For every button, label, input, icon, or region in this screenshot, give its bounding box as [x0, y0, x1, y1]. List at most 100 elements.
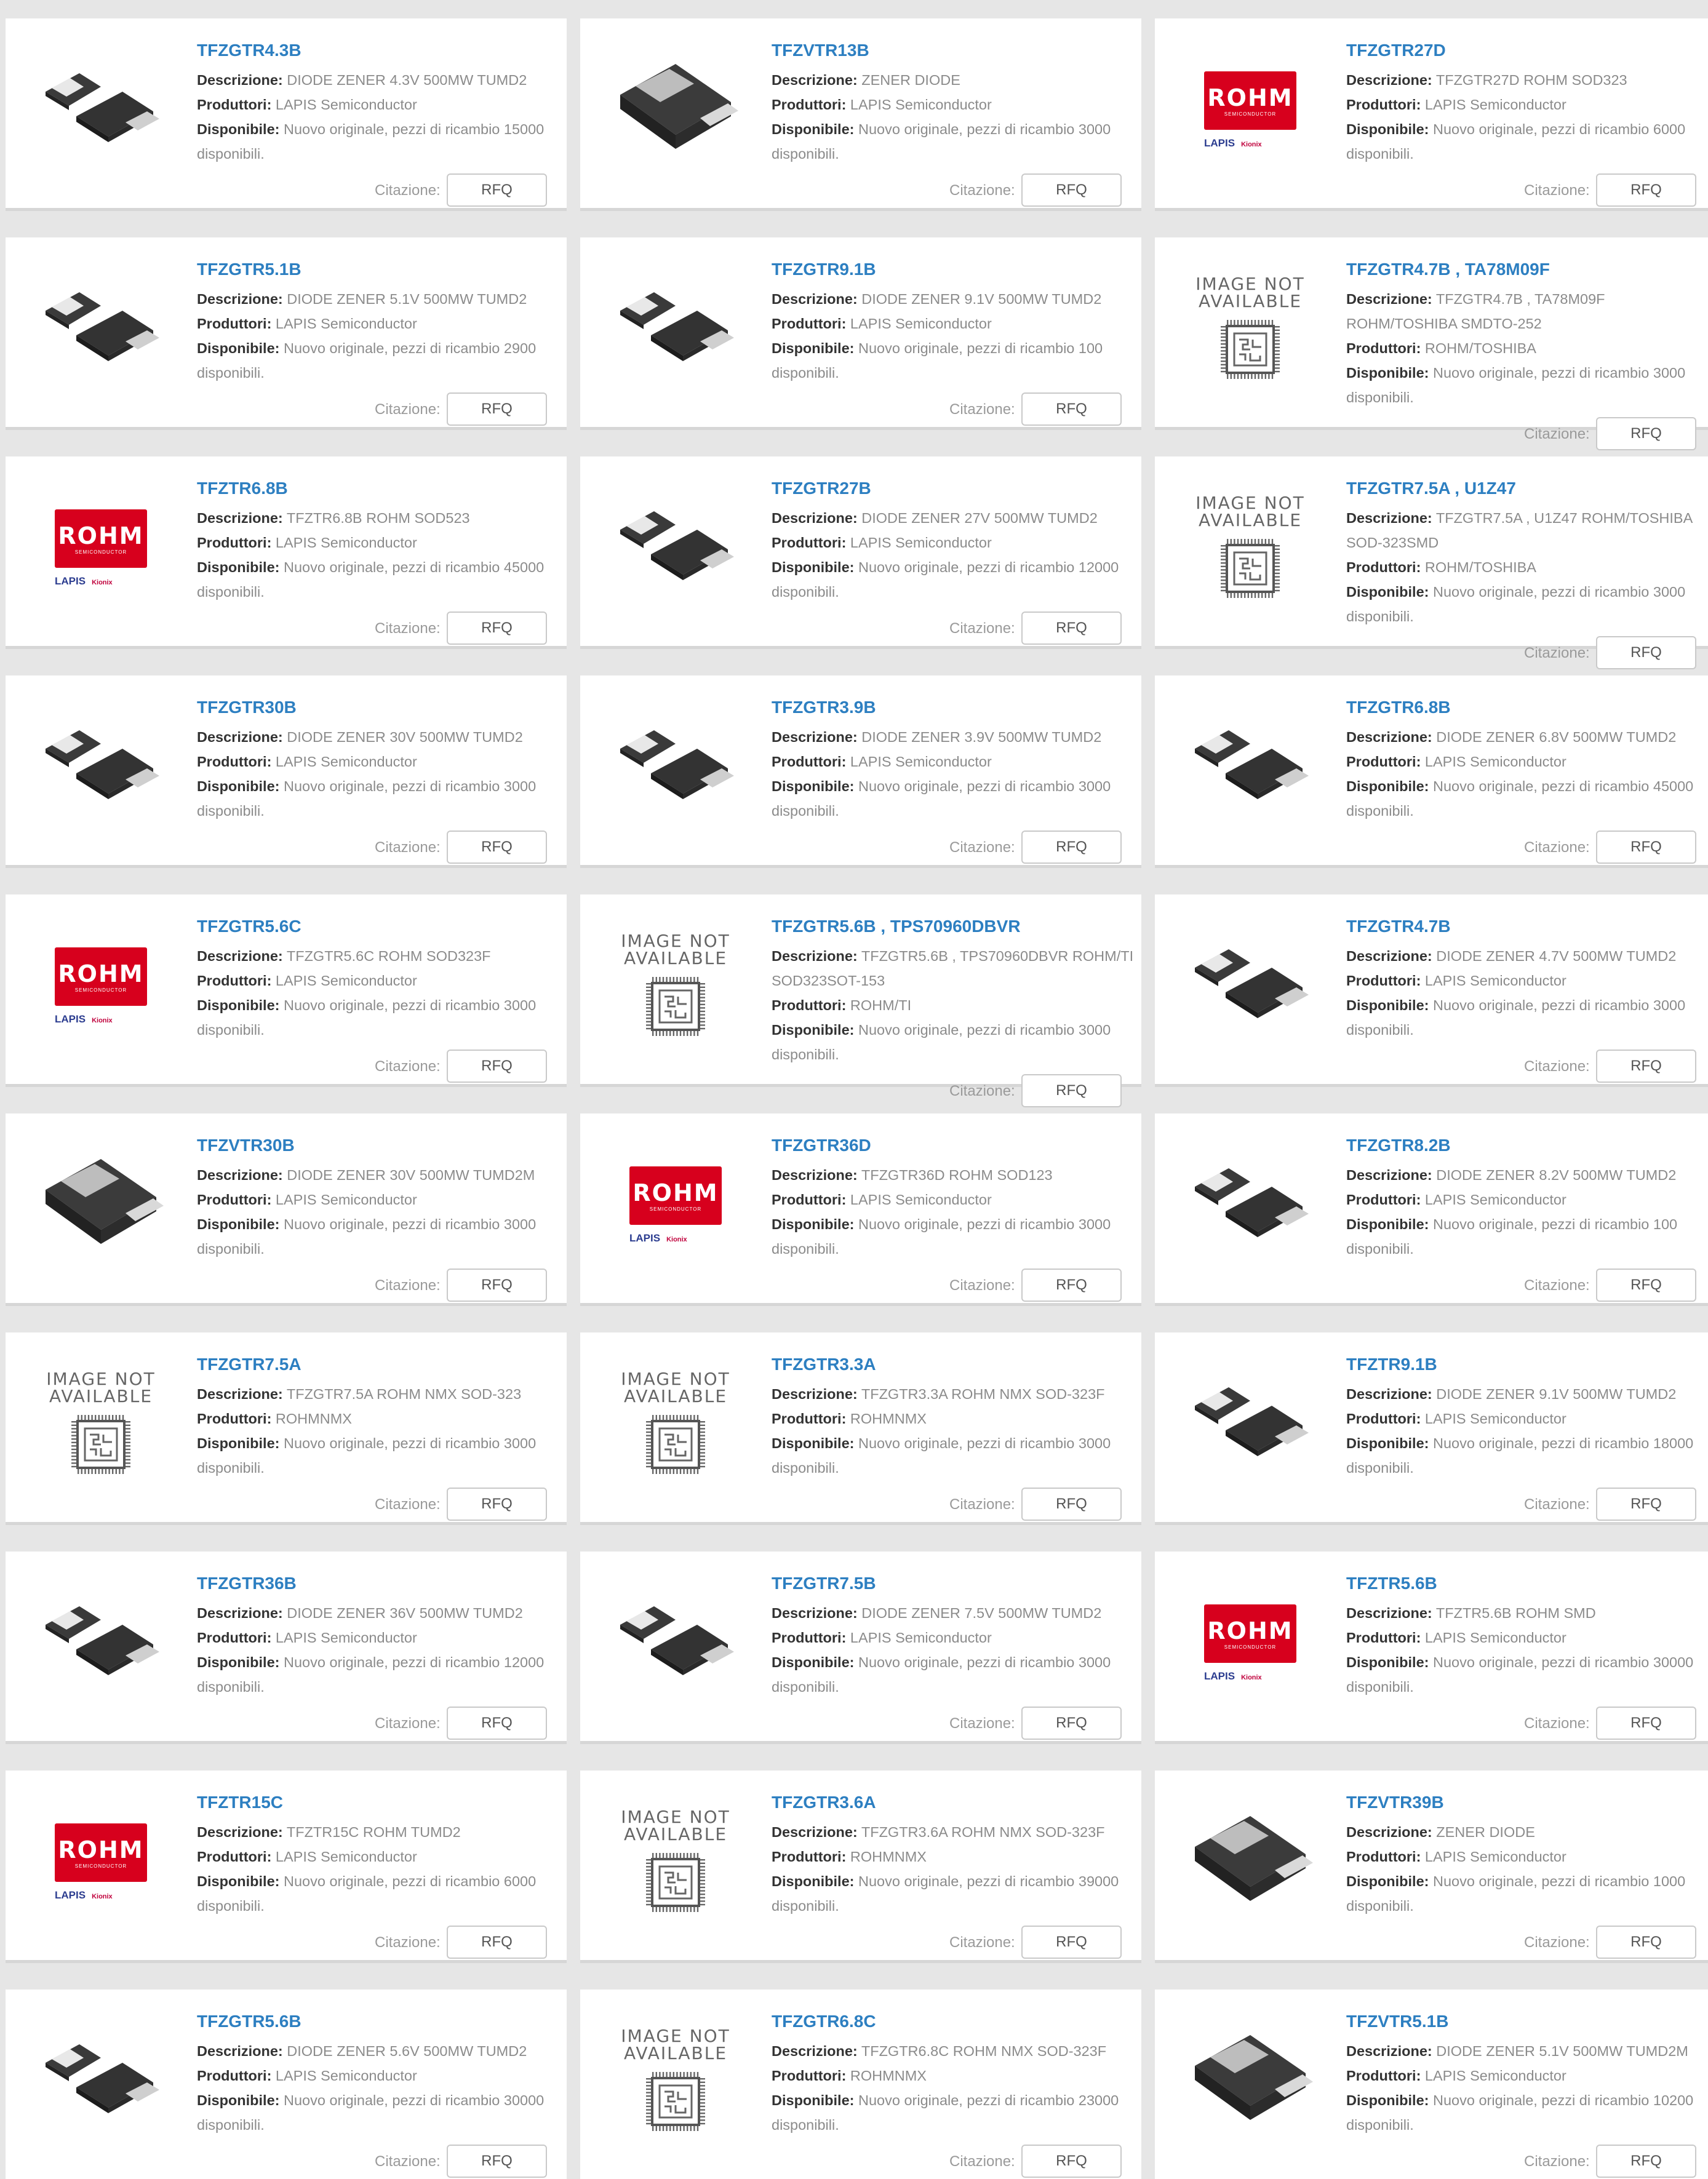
rfq-button[interactable]: RFQ — [1021, 1269, 1122, 1302]
product-title-link[interactable]: TFZGTR7.5A , U1Z47 — [1346, 479, 1516, 498]
product-title-link[interactable]: TFZTR6.8B — [197, 479, 288, 498]
product-image[interactable] — [24, 258, 178, 400]
description-value: TFZTR6.8B ROHM SOD523 — [286, 510, 470, 526]
product-title-link[interactable]: TFZGTR4.7B — [1346, 917, 1451, 936]
product-image[interactable] — [599, 1572, 752, 1714]
product-image[interactable] — [1173, 1791, 1327, 1933]
quote-label: Citazione: — [1524, 645, 1590, 661]
product-image[interactable] — [1173, 2010, 1327, 2152]
rfq-button[interactable]: RFQ — [1596, 1707, 1696, 1740]
rfq-button[interactable]: RFQ — [1021, 1707, 1122, 1740]
rfq-button[interactable]: RFQ — [447, 1926, 547, 1959]
product-title-link[interactable]: TFZVTR5.1B — [1346, 2012, 1448, 2031]
product-image[interactable]: ROHM SEMICONDUCTOR LAPIS Kionix — [24, 1791, 178, 1933]
product-image[interactable] — [1173, 1134, 1327, 1276]
rfq-button[interactable]: RFQ — [1596, 636, 1696, 669]
rfq-button[interactable]: RFQ — [1021, 392, 1122, 426]
product-image[interactable]: ROHM SEMICONDUCTOR LAPIS Kionix — [599, 1134, 752, 1276]
product-title-link[interactable]: TFZGTR3.9B — [772, 698, 876, 717]
rfq-button[interactable]: RFQ — [447, 392, 547, 426]
product-image[interactable] — [24, 39, 178, 181]
product-title-link[interactable]: TFZGTR4.3B — [197, 41, 301, 60]
product-title-link[interactable]: TFZVTR30B — [197, 1136, 295, 1155]
product-image[interactable]: ROHM SEMICONDUCTOR LAPIS Kionix — [1173, 39, 1327, 181]
product-title-link[interactable]: TFZVTR39B — [1346, 1793, 1444, 1812]
product-image[interactable] — [1173, 696, 1327, 838]
product-title-link[interactable]: TFZGTR4.7B , TA78M09F — [1346, 260, 1550, 279]
product-title-link[interactable]: TFZGTR3.3A — [772, 1355, 876, 1374]
product-title-link[interactable]: TFZGTR36D — [772, 1136, 871, 1155]
product-image[interactable] — [599, 39, 752, 181]
rfq-button[interactable]: RFQ — [1021, 1074, 1122, 1107]
product-title-link[interactable]: TFZGTR6.8C — [772, 2012, 876, 2031]
product-title-link[interactable]: TFZGTR5.6B — [197, 2012, 301, 2031]
rfq-button[interactable]: RFQ — [1596, 1926, 1696, 1959]
product-image[interactable]: IMAGE NOT AVAILABLE — [599, 1353, 752, 1495]
product-title-link[interactable]: TFZGTR36B — [197, 1574, 297, 1593]
product-image[interactable] — [24, 1572, 178, 1714]
product-title-link[interactable]: TFZGTR9.1B — [772, 260, 876, 279]
product-image[interactable] — [599, 477, 752, 619]
rfq-button[interactable]: RFQ — [1596, 1269, 1696, 1302]
rfq-button[interactable]: RFQ — [1021, 1488, 1122, 1521]
product-image[interactable]: ROHM SEMICONDUCTOR LAPIS Kionix — [24, 477, 178, 619]
rfq-button[interactable]: RFQ — [1596, 1488, 1696, 1521]
product-title-link[interactable]: TFZGTR7.5A — [197, 1355, 301, 1374]
product-image[interactable]: ROHM SEMICONDUCTOR LAPIS Kionix — [1173, 1572, 1327, 1714]
rfq-button[interactable]: RFQ — [447, 1050, 547, 1083]
product-title-link[interactable]: TFZGTR8.2B — [1346, 1136, 1451, 1155]
product-image[interactable] — [599, 696, 752, 838]
product-title-link[interactable]: TFZGTR5.1B — [197, 260, 301, 279]
rfq-button[interactable]: RFQ — [1596, 831, 1696, 864]
product-image[interactable]: IMAGE NOT AVAILABLE — [24, 1353, 178, 1495]
product-title-link[interactable]: TFZGTR5.6C — [197, 917, 301, 936]
product-title-link[interactable]: TFZTR15C — [197, 1793, 283, 1812]
rfq-button[interactable]: RFQ — [447, 2145, 547, 2178]
product-title-link[interactable]: TFZGTR30B — [197, 698, 297, 717]
rfq-button[interactable]: RFQ — [1021, 611, 1122, 645]
product-title-link[interactable]: TFZGTR5.6B , TPS70960DBVR — [772, 917, 1021, 936]
description-row: Descrizione: TFZTR6.8B ROHM SOD523 — [197, 506, 567, 530]
product-image[interactable] — [24, 2010, 178, 2152]
rfq-button[interactable]: RFQ — [1596, 1050, 1696, 1083]
description-label: Descrizione: — [197, 948, 283, 964]
product-image[interactable]: IMAGE NOT AVAILABLE — [599, 1791, 752, 1933]
rfq-button[interactable]: RFQ — [1021, 2145, 1122, 2178]
product-image[interactable] — [1173, 915, 1327, 1057]
product-title-link[interactable]: TFZVTR13B — [772, 41, 869, 60]
rfq-button[interactable]: RFQ — [1596, 2145, 1696, 2178]
rfq-button[interactable]: RFQ — [1021, 831, 1122, 864]
product-image[interactable]: IMAGE NOT AVAILABLE — [1173, 477, 1327, 619]
rfq-button[interactable]: RFQ — [447, 1707, 547, 1740]
product-card: TFZGTR5.6B Descrizione: DIODE ZENER 5.6V… — [6, 1990, 567, 2179]
product-info: Descrizione: TFZGTR4.7B , TA78M09F ROHM/… — [1346, 287, 1708, 410]
product-image[interactable] — [1173, 1353, 1327, 1495]
product-image[interactable] — [24, 1134, 178, 1276]
product-title-link[interactable]: TFZGTR27B — [772, 479, 871, 498]
product-image[interactable]: IMAGE NOT AVAILABLE — [1173, 258, 1327, 400]
rfq-button[interactable]: RFQ — [447, 173, 547, 207]
manufacturer-label: Produttori: — [1346, 1411, 1421, 1427]
rfq-button[interactable]: RFQ — [447, 611, 547, 645]
product-image[interactable]: IMAGE NOT AVAILABLE — [599, 915, 752, 1057]
availability-row: Disponibile: Nuovo originale, pezzi di r… — [1346, 361, 1708, 410]
product-title-link[interactable]: TFZTR5.6B — [1346, 1574, 1437, 1593]
product-title-link[interactable]: TFZGTR3.6A — [772, 1793, 876, 1812]
diode-small-icon — [620, 292, 734, 361]
product-title-link[interactable]: TFZGTR7.5B — [772, 1574, 876, 1593]
rfq-button[interactable]: RFQ — [447, 1269, 547, 1302]
rfq-button[interactable]: RFQ — [1021, 1926, 1122, 1959]
product-title-link[interactable]: TFZGTR27D — [1346, 41, 1446, 60]
manufacturer-value: ROHMNMX — [850, 1411, 927, 1427]
product-title-link[interactable]: TFZGTR6.8B — [1346, 698, 1451, 717]
rfq-button[interactable]: RFQ — [447, 831, 547, 864]
rfq-button[interactable]: RFQ — [1596, 417, 1696, 450]
product-image[interactable]: IMAGE NOT AVAILABLE — [599, 2010, 752, 2152]
rfq-button[interactable]: RFQ — [447, 1488, 547, 1521]
product-title-link[interactable]: TFZTR9.1B — [1346, 1355, 1437, 1374]
product-image[interactable] — [599, 258, 752, 400]
product-image[interactable] — [24, 696, 178, 838]
rfq-button[interactable]: RFQ — [1596, 173, 1696, 207]
rfq-button[interactable]: RFQ — [1021, 173, 1122, 207]
product-image[interactable]: ROHM SEMICONDUCTOR LAPIS Kionix — [24, 915, 178, 1057]
